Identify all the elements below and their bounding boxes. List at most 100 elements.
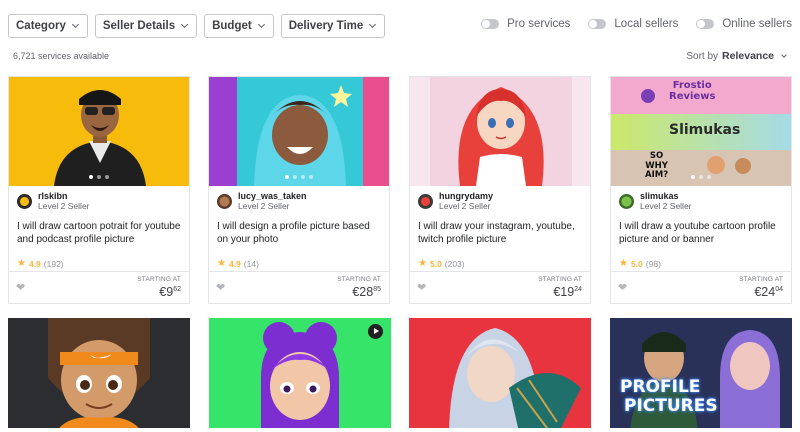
- avatar[interactable]: [17, 193, 32, 209]
- seller-info: lucy_was_taken Level 2 Seller: [209, 186, 389, 212]
- gig-thumbnail[interactable]: [9, 77, 189, 186]
- rating: ★ 5.0 (203): [410, 253, 590, 271]
- filter-label: Delivery Time: [288, 20, 364, 32]
- heart-icon[interactable]: ❤: [417, 281, 426, 294]
- price[interactable]: €1924: [553, 285, 582, 299]
- review-count: (192): [43, 258, 64, 269]
- starting-at-label: STARTING AT: [739, 276, 783, 283]
- heart-icon[interactable]: ❤: [618, 281, 627, 294]
- gig-title[interactable]: I will draw a youtube cartoon profile pi…: [611, 212, 791, 253]
- filter-label: Seller Details: [102, 20, 176, 32]
- card-footer: ❤ STARTING AT €962: [9, 271, 189, 303]
- card-footer: ❤ STARTING AT €2404: [611, 271, 791, 303]
- card-footer: ❤ STARTING AT €1924: [410, 271, 590, 303]
- heart-icon[interactable]: ❤: [216, 281, 225, 294]
- gig-thumbnail[interactable]: [410, 77, 590, 186]
- gig-thumbnail[interactable]: Frostio Reviews Slimukas SO WHY AIM?: [611, 77, 791, 186]
- cartoon-portrait-image: [430, 77, 572, 186]
- toggle-switch[interactable]: [696, 19, 715, 29]
- sort-dropdown[interactable]: Sort by Relevance: [686, 50, 787, 62]
- heart-icon[interactable]: ❤: [16, 281, 25, 294]
- cartoon-portrait-image: [54, 90, 146, 186]
- star-icon: ★: [17, 258, 26, 269]
- toggle-switch[interactable]: [481, 19, 500, 29]
- toggle-group: Pro services Local sellers Online seller…: [481, 18, 792, 30]
- toggle-label: Pro services: [507, 18, 571, 30]
- seller-level: Level 2 Seller: [640, 201, 692, 211]
- starting-at-label: STARTING AT: [538, 276, 582, 283]
- profile-text: PROFILE: [620, 377, 701, 397]
- seller-level: Level 2 Seller: [38, 201, 90, 211]
- banner-slimukas: Slimukas: [611, 114, 791, 150]
- review-count: (14): [243, 258, 259, 269]
- avatar[interactable]: [619, 193, 634, 209]
- carousel-dots[interactable]: [209, 175, 389, 179]
- online-sellers-toggle[interactable]: Online sellers: [696, 18, 792, 30]
- gig-card[interactable]: lucy_was_taken Level 2 Seller I will des…: [208, 76, 390, 304]
- gig-thumbnail[interactable]: [209, 77, 389, 186]
- rating: ★ 4.9 (192): [9, 253, 189, 271]
- filter-bar: Category Seller Details Budget Delivery …: [8, 14, 386, 38]
- seller-name[interactable]: slimukas: [640, 191, 692, 201]
- starting-at-label: STARTING AT: [337, 276, 381, 283]
- gig-title[interactable]: I will design a profile picture based on…: [209, 212, 389, 253]
- gig-card[interactable]: rlskibn Level 2 Seller I will draw carto…: [8, 76, 190, 304]
- review-count: (203): [444, 258, 465, 269]
- seller-level: Level 2 Seller: [238, 201, 290, 211]
- seller-details-filter-button[interactable]: Seller Details: [94, 14, 198, 38]
- gig-card[interactable]: hungrydamy Level 2 Seller I will draw yo…: [409, 76, 591, 304]
- play-icon[interactable]: [368, 324, 383, 339]
- rating: ★ 4.9 (14): [209, 253, 389, 271]
- chevron-down-icon: [781, 51, 787, 58]
- toggle-switch[interactable]: [588, 19, 607, 29]
- gig-thumbnail[interactable]: PROFILE PICTURES: [610, 318, 792, 428]
- seller-name[interactable]: rlskibn: [38, 191, 90, 201]
- seller-name[interactable]: lucy_was_taken: [238, 191, 307, 201]
- cartoon-portrait-image: [209, 77, 389, 186]
- carousel-dots[interactable]: [9, 175, 189, 179]
- gig-thumbnail[interactable]: [409, 318, 591, 428]
- pro-services-toggle[interactable]: Pro services: [481, 18, 570, 30]
- category-filter-button[interactable]: Category: [8, 14, 88, 38]
- star-icon: ★: [619, 258, 628, 269]
- gig-card[interactable]: Frostio Reviews Slimukas SO WHY AIM? slimuk…: [610, 76, 792, 304]
- price[interactable]: €962: [159, 285, 181, 299]
- rating: ★ 5.0 (98): [611, 253, 791, 271]
- gig-title[interactable]: I will draw your instagram, youtube, twi…: [410, 212, 590, 253]
- price[interactable]: €2404: [754, 285, 783, 299]
- rating-score: 5.0: [630, 258, 643, 269]
- results-count: 6,721 services available: [13, 51, 110, 61]
- gig-thumbnail[interactable]: [8, 318, 190, 428]
- cartoon-portrait-image: [261, 322, 339, 428]
- price[interactable]: €2885: [352, 285, 381, 299]
- carousel-dots[interactable]: [611, 175, 791, 179]
- seller-level: Level 2 Seller: [439, 201, 491, 211]
- seller-name[interactable]: hungrydamy: [439, 191, 493, 201]
- seller-info: hungrydamy Level 2 Seller: [410, 186, 590, 212]
- local-sellers-toggle[interactable]: Local sellers: [588, 18, 678, 30]
- review-count: (98): [645, 258, 661, 269]
- card-footer: ❤ STARTING AT €2885: [209, 271, 389, 303]
- filter-label: Category: [16, 20, 66, 32]
- seller-info: rlskibn Level 2 Seller: [9, 186, 189, 212]
- seller-info: slimukas Level 2 Seller: [611, 186, 791, 212]
- filter-label: Budget: [212, 20, 252, 32]
- budget-filter-button[interactable]: Budget: [204, 14, 274, 38]
- sort-label: Sort by: [686, 50, 719, 62]
- delivery-time-filter-button[interactable]: Delivery Time: [280, 14, 386, 38]
- gig-title[interactable]: I will draw cartoon potrait for youtube …: [9, 212, 189, 253]
- carousel-dots[interactable]: [410, 175, 590, 179]
- toggle-label: Local sellers: [614, 18, 679, 30]
- chevron-down-icon: [369, 20, 377, 29]
- gig-thumbnail[interactable]: [209, 318, 391, 428]
- avatar[interactable]: [217, 193, 232, 209]
- pictures-text: PICTURES: [624, 396, 718, 416]
- cartoon-portrait-image: [449, 328, 581, 428]
- star-icon: ★: [418, 258, 427, 269]
- avatar[interactable]: [418, 193, 433, 209]
- star-icon: ★: [217, 258, 226, 269]
- cartoon-portrait-image: [48, 318, 150, 428]
- sort-value: Relevance: [722, 50, 774, 62]
- rating-score: 4.9: [228, 258, 241, 269]
- banner-frostio: Frostio Reviews: [611, 77, 791, 114]
